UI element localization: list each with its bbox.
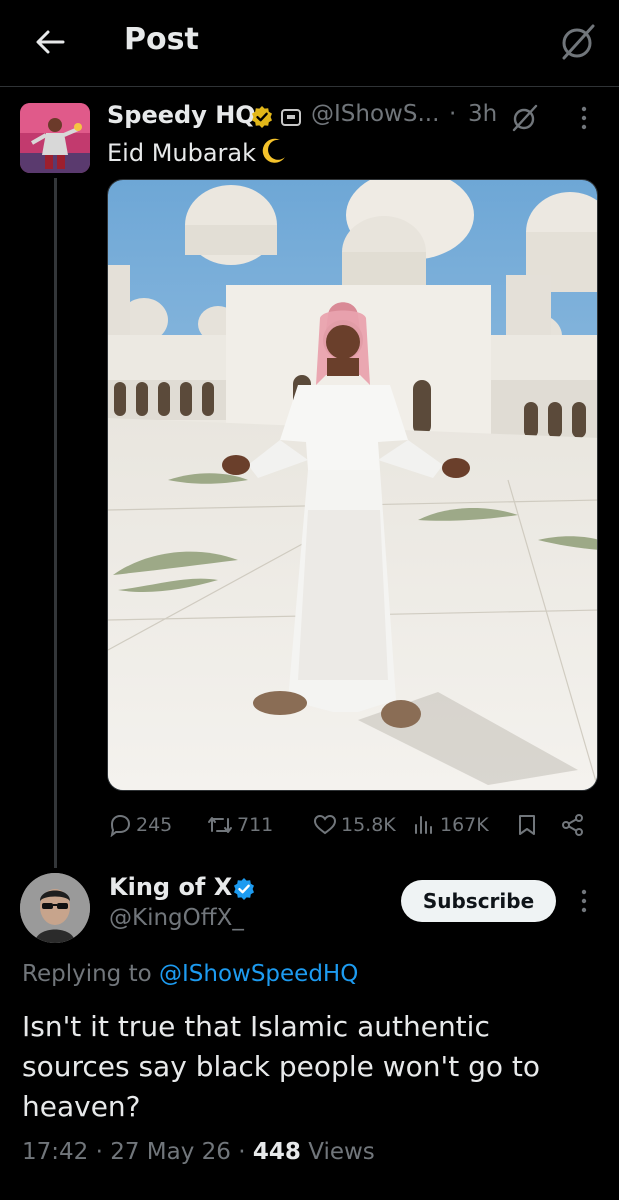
comment-icon <box>110 814 131 837</box>
analytics-icon <box>415 816 432 834</box>
author-name[interactable]: King of X <box>109 873 232 901</box>
separator: · <box>95 1139 103 1165</box>
verified-gold-icon <box>250 105 274 129</box>
bookmark-button[interactable] <box>515 808 539 842</box>
separator: · <box>449 101 457 127</box>
page-title: Post <box>124 22 199 57</box>
verified-blue-icon <box>232 877 256 901</box>
replying-to: Replying to @IShowSpeedHQ <box>22 961 358 987</box>
bookmark-icon <box>519 815 535 835</box>
reply-count: 245 <box>136 814 173 836</box>
more-options-icon[interactable] <box>572 887 596 915</box>
author-handle[interactable]: @KingOffX_ <box>109 905 244 931</box>
repost-icon <box>208 817 232 833</box>
reply-text: Isn't it true that Islamic authentic sou… <box>22 1010 540 1123</box>
back-button[interactable] <box>30 24 70 60</box>
view-count: 167K <box>440 814 489 836</box>
post-time[interactable]: 3h <box>468 101 497 127</box>
arrow-left-icon <box>36 30 65 54</box>
reply-button[interactable]: 245 <box>108 808 172 842</box>
affiliate-badge-icon <box>281 109 301 126</box>
views-label: Views <box>308 1139 375 1165</box>
views-count: 448 <box>252 1139 301 1165</box>
avatar[interactable] <box>20 873 90 943</box>
repost-count: 711 <box>237 814 274 836</box>
replying-to-link[interactable]: @IShowSpeedHQ <box>159 961 358 987</box>
more-options-icon[interactable] <box>572 104 596 132</box>
post-image[interactable] <box>107 179 598 791</box>
share-button[interactable] <box>561 808 585 842</box>
replying-prefix: Replying to <box>22 961 152 987</box>
views-button[interactable]: 167K <box>412 808 489 842</box>
subscribe-button[interactable]: Subscribe <box>401 880 556 922</box>
author-name[interactable]: Speedy HQ <box>107 101 256 129</box>
heart-icon <box>313 814 337 835</box>
like-count: 15.8K <box>341 814 396 836</box>
post-date[interactable]: 27 May 26 <box>110 1139 231 1165</box>
grok-icon[interactable] <box>558 22 598 62</box>
repost-button[interactable]: 711 <box>207 808 273 842</box>
post-meta: 17:42 · 27 May 26 · 448 Views <box>22 1139 375 1165</box>
crescent-moon-icon <box>258 136 288 166</box>
separator: · <box>238 1139 246 1165</box>
top-bar <box>0 0 619 87</box>
post-text: Eid Mubarak <box>107 139 257 167</box>
thread-connector <box>54 178 57 868</box>
like-button[interactable]: 15.8K <box>313 808 396 842</box>
author-handle[interactable]: @IShowS... <box>311 101 439 127</box>
share-icon <box>562 814 583 836</box>
avatar[interactable] <box>20 103 90 173</box>
post-time[interactable]: 17:42 <box>22 1139 88 1165</box>
grok-explain-icon[interactable] <box>510 103 540 133</box>
